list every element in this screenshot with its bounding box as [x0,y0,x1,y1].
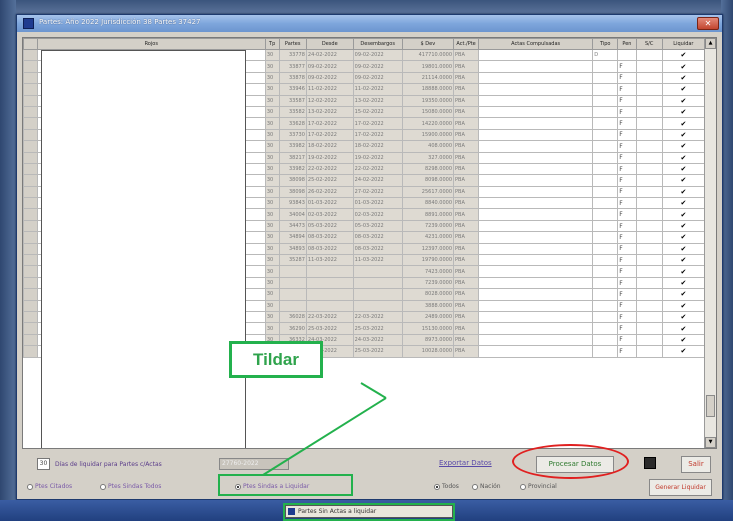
taskbar-item[interactable]: Partes Sin Actas a liquidar [285,505,453,518]
tildar-callout: Tildar [229,341,323,378]
highlight-liquidar-option [218,474,353,496]
highlight-procesar-datos [512,444,629,479]
callout-arrow-line [262,397,387,476]
app-icon [288,508,295,515]
annotation-arrows [262,382,387,476]
taskbar-item-label: Partes Sin Actas a liquidar [298,508,377,515]
callout-pointer-line [360,382,387,399]
